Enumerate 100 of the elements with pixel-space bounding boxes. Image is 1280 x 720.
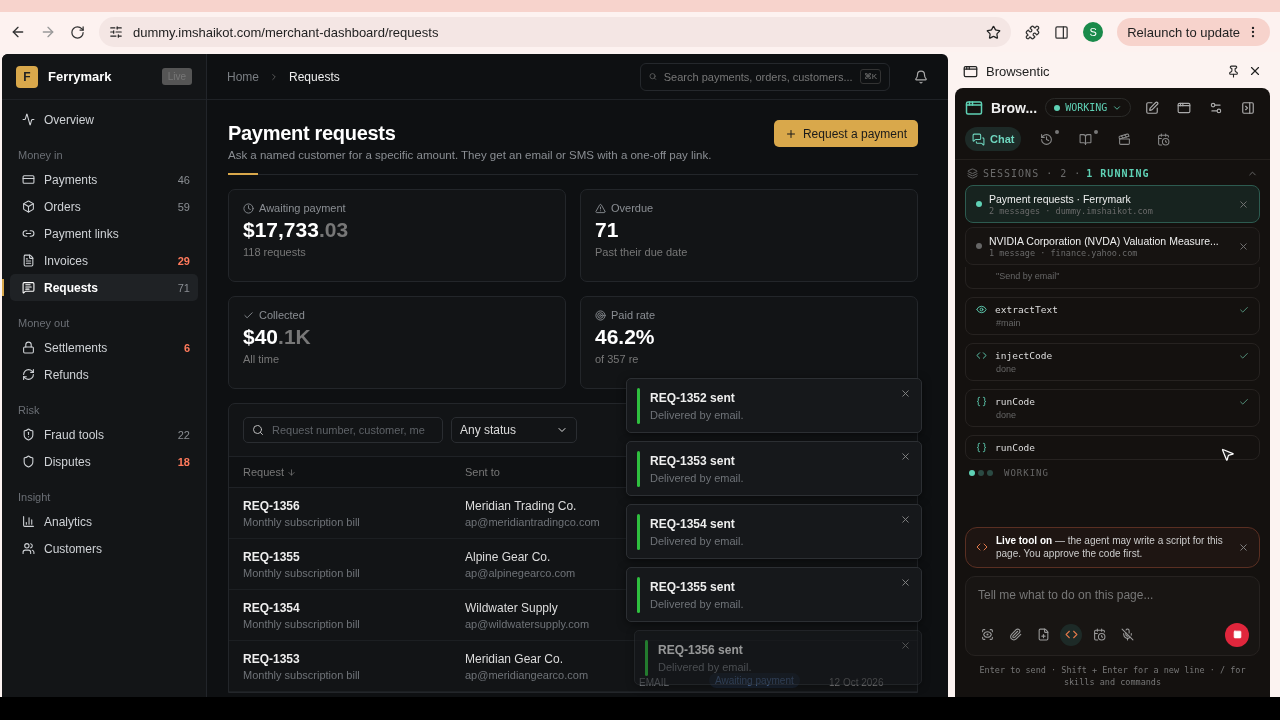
column-header[interactable]: Sent to xyxy=(465,466,500,478)
composer-hint: Enter to send · Shift + Enter for a new line · / for skills and commands xyxy=(978,663,1247,690)
search-placeholder: Search payments, orders, customers... xyxy=(663,70,853,83)
stat-value: $17,733.03 xyxy=(243,218,350,242)
chat-tab[interactable]: Chat xyxy=(965,127,1022,151)
customer-name: Wildwater Supply xyxy=(465,600,559,615)
eye-icon xyxy=(976,304,987,315)
search-field[interactable]: Search payments, orders, customers... ⌘K xyxy=(640,62,890,91)
customer-email: ap@meridiantradingco.com xyxy=(465,515,601,528)
shield-alert-icon xyxy=(22,428,35,441)
settings-icon[interactable] xyxy=(1209,100,1224,115)
app-logo-icon xyxy=(965,98,983,117)
nav-label: Settlements xyxy=(44,340,109,355)
nav-section-label: Insight xyxy=(17,490,52,505)
panel-icon[interactable] xyxy=(1241,100,1256,115)
nav-count: 71 xyxy=(177,281,190,294)
back-icon[interactable] xyxy=(10,24,26,40)
layers-icon xyxy=(967,168,978,179)
breadcrumb-link[interactable]: Home xyxy=(227,69,259,84)
reload-icon[interactable] xyxy=(70,24,85,40)
stat-value: $40.1K xyxy=(243,325,312,349)
nav-label: Orders xyxy=(44,199,82,214)
stat-label: Collected xyxy=(259,309,305,321)
step-detail: done xyxy=(995,364,1018,374)
users-icon xyxy=(22,542,35,555)
stat-note: Past their due date xyxy=(595,246,689,258)
nav-count: 46 xyxy=(177,173,190,186)
app-name: Brow... xyxy=(991,99,1038,116)
card-icon xyxy=(22,173,35,186)
session-meta: 1 message · finance.yahoo.com xyxy=(989,247,1139,258)
pin-icon[interactable] xyxy=(1227,64,1240,78)
search-input[interactable]: Request number, customer, me xyxy=(270,423,434,437)
request-payment-button[interactable]: Request a payment xyxy=(773,120,918,147)
close-icon[interactable] xyxy=(1248,64,1262,78)
code-icon xyxy=(976,541,988,553)
nav-section-label: Risk xyxy=(17,403,41,418)
star-icon[interactable] xyxy=(986,24,1002,40)
customer-email: ap@meridiangearco.com xyxy=(465,668,590,681)
relaunch-button[interactable]: Relaunch to update xyxy=(1117,18,1270,46)
nav-label: Analytics xyxy=(44,514,94,529)
nav-count: 6 xyxy=(183,341,190,354)
extensions-icon[interactable] xyxy=(1025,24,1041,40)
site-settings-icon[interactable] xyxy=(109,25,123,39)
tool-name: runCode xyxy=(995,442,1037,453)
document-icon xyxy=(22,254,35,267)
side-panel-icon[interactable] xyxy=(1054,24,1070,40)
scan-icon xyxy=(980,628,994,641)
clapperboard-icon xyxy=(1118,132,1132,146)
request-id: REQ-1356 xyxy=(243,498,301,513)
address-bar[interactable]: dummy.imshaikot.com/merchant-dashboard/requests xyxy=(99,17,1012,47)
step-detail: done xyxy=(995,410,1018,420)
request-description: Monthly subscription bill xyxy=(243,566,361,579)
nav-label: Disputes xyxy=(44,454,92,469)
request-search-field[interactable]: Request number, customer, me xyxy=(243,417,443,443)
toast-title: REQ-1355 sent xyxy=(650,579,736,594)
nav-label: Refunds xyxy=(44,367,90,382)
column-header[interactable]: Request xyxy=(243,466,284,478)
nav-label: Overview xyxy=(44,112,95,127)
chat-icon xyxy=(972,132,985,146)
request-id: REQ-1354 xyxy=(243,600,301,615)
customer-name: Alpine Gear Co. xyxy=(465,549,552,564)
stat-label: Paid rate xyxy=(611,309,656,321)
lock-icon xyxy=(22,341,35,354)
customer-name: Meridian Gear Co. xyxy=(465,651,565,666)
stat-label: Awaiting payment xyxy=(259,202,346,214)
box-icon xyxy=(22,200,35,213)
message-input[interactable]: Tell me what to do on this page... xyxy=(976,586,1249,603)
check-icon xyxy=(243,309,254,321)
code-button[interactable] xyxy=(1060,623,1082,646)
message-icon xyxy=(22,281,35,294)
search-icon xyxy=(649,70,657,83)
paperclip-icon xyxy=(1008,628,1022,641)
tool-name: extractText xyxy=(995,304,1059,315)
chevron-icon xyxy=(269,71,279,82)
session-item[interactable]: Payment requests · Ferrymark 2 messages · dummy.imshaikot.com xyxy=(965,185,1260,223)
edit-icon[interactable] xyxy=(1145,100,1160,115)
profile-avatar[interactable]: S xyxy=(1083,22,1104,42)
nav-count: 18 xyxy=(177,455,190,468)
warning-icon xyxy=(595,202,606,214)
bell-icon[interactable] xyxy=(914,69,928,84)
brand-logo: F xyxy=(16,65,38,88)
code-icon xyxy=(1064,628,1078,641)
stat-value: 71 xyxy=(595,218,620,242)
step-detail: "Send by email" xyxy=(996,270,1060,281)
search-icon xyxy=(252,424,264,436)
stat-note: All time xyxy=(243,353,281,365)
request-id: REQ-1353 xyxy=(243,651,301,666)
sort-icon xyxy=(287,467,296,477)
request-description: Monthly subscription bill xyxy=(243,617,361,630)
session-item[interactable]: NVIDIA Corporation (NVDA) Valuation Measure... 1 message · finance.yahoo.com xyxy=(965,227,1260,265)
status-select[interactable]: Any status xyxy=(451,417,577,443)
window-icon[interactable] xyxy=(1177,100,1192,115)
braces-icon xyxy=(976,396,987,407)
sessions-label: SESSIONS · 2 · xyxy=(983,168,1082,179)
nav-count: 22 xyxy=(177,428,190,441)
app-logo-icon xyxy=(963,63,978,79)
nav-section-label: Money out xyxy=(17,316,71,331)
running-count: 1 RUNNING xyxy=(1086,168,1150,179)
toast-message: Delivered by email. xyxy=(650,597,745,610)
stop-button[interactable] xyxy=(1225,622,1249,647)
